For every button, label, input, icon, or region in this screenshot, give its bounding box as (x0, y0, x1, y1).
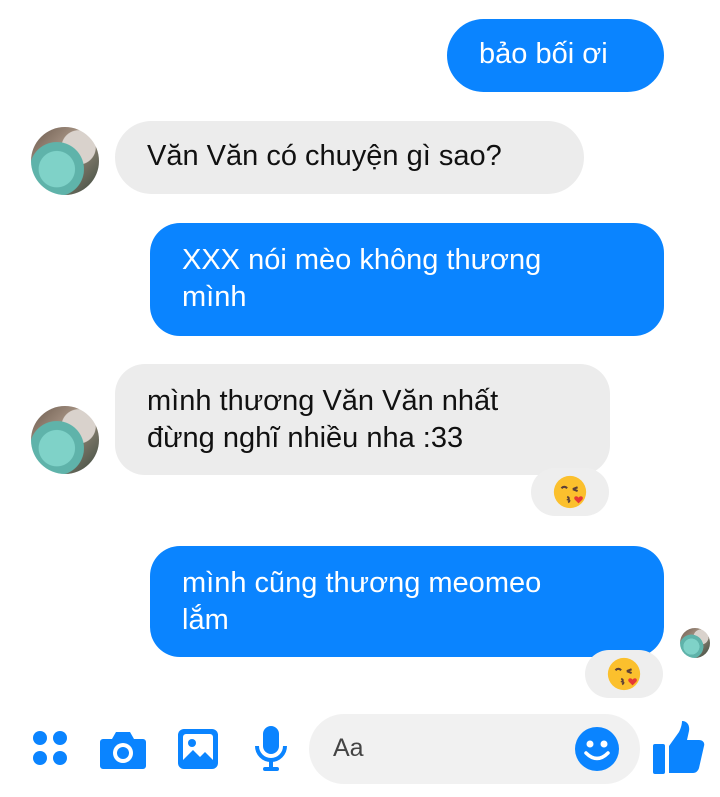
message-bubble-outgoing[interactable]: mình cũng thương meomeo lắm (150, 546, 664, 657)
microphone-icon[interactable] (254, 724, 288, 774)
message-bubble-outgoing[interactable]: bảo bối ơi (447, 19, 664, 92)
message-text-line: đừng nghĩ nhiều nha :33 (147, 422, 464, 454)
reaction-badge[interactable] (531, 468, 609, 516)
kissing-heart-emoji-icon (553, 475, 587, 509)
message-bubble-incoming[interactable]: mình thương Văn Văn nhất đừng nghĩ nhiều… (115, 364, 610, 475)
message-text-line: XXX nói mèo không thương (182, 244, 542, 276)
message-text-line: mình thương Văn Văn nhất (147, 385, 499, 417)
emoji-icon[interactable] (574, 726, 620, 772)
gallery-icon[interactable] (176, 727, 220, 771)
seen-receipt-avatar (680, 628, 710, 658)
contact-avatar[interactable] (31, 406, 99, 474)
message-text: Văn Văn có chuyện gì sao? (147, 140, 502, 172)
grid-menu-icon[interactable] (30, 728, 70, 768)
contact-avatar[interactable] (31, 127, 99, 195)
message-input[interactable]: Aa (309, 714, 640, 784)
message-input-placeholder: Aa (333, 734, 364, 762)
thumbs-up-icon[interactable] (651, 719, 709, 777)
message-text-line: mình cũng thương meomeo (182, 567, 542, 599)
message-text-line: mình (182, 281, 247, 313)
kissing-heart-emoji-icon (607, 657, 641, 691)
message-text-line: lắm (182, 604, 229, 636)
message-bubble-incoming[interactable]: Văn Văn có chuyện gì sao? (115, 121, 584, 194)
camera-icon[interactable] (99, 727, 147, 771)
message-text: bảo bối ơi (479, 38, 608, 70)
reaction-badge[interactable] (585, 650, 663, 698)
message-bubble-outgoing[interactable]: XXX nói mèo không thương mình (150, 223, 664, 336)
